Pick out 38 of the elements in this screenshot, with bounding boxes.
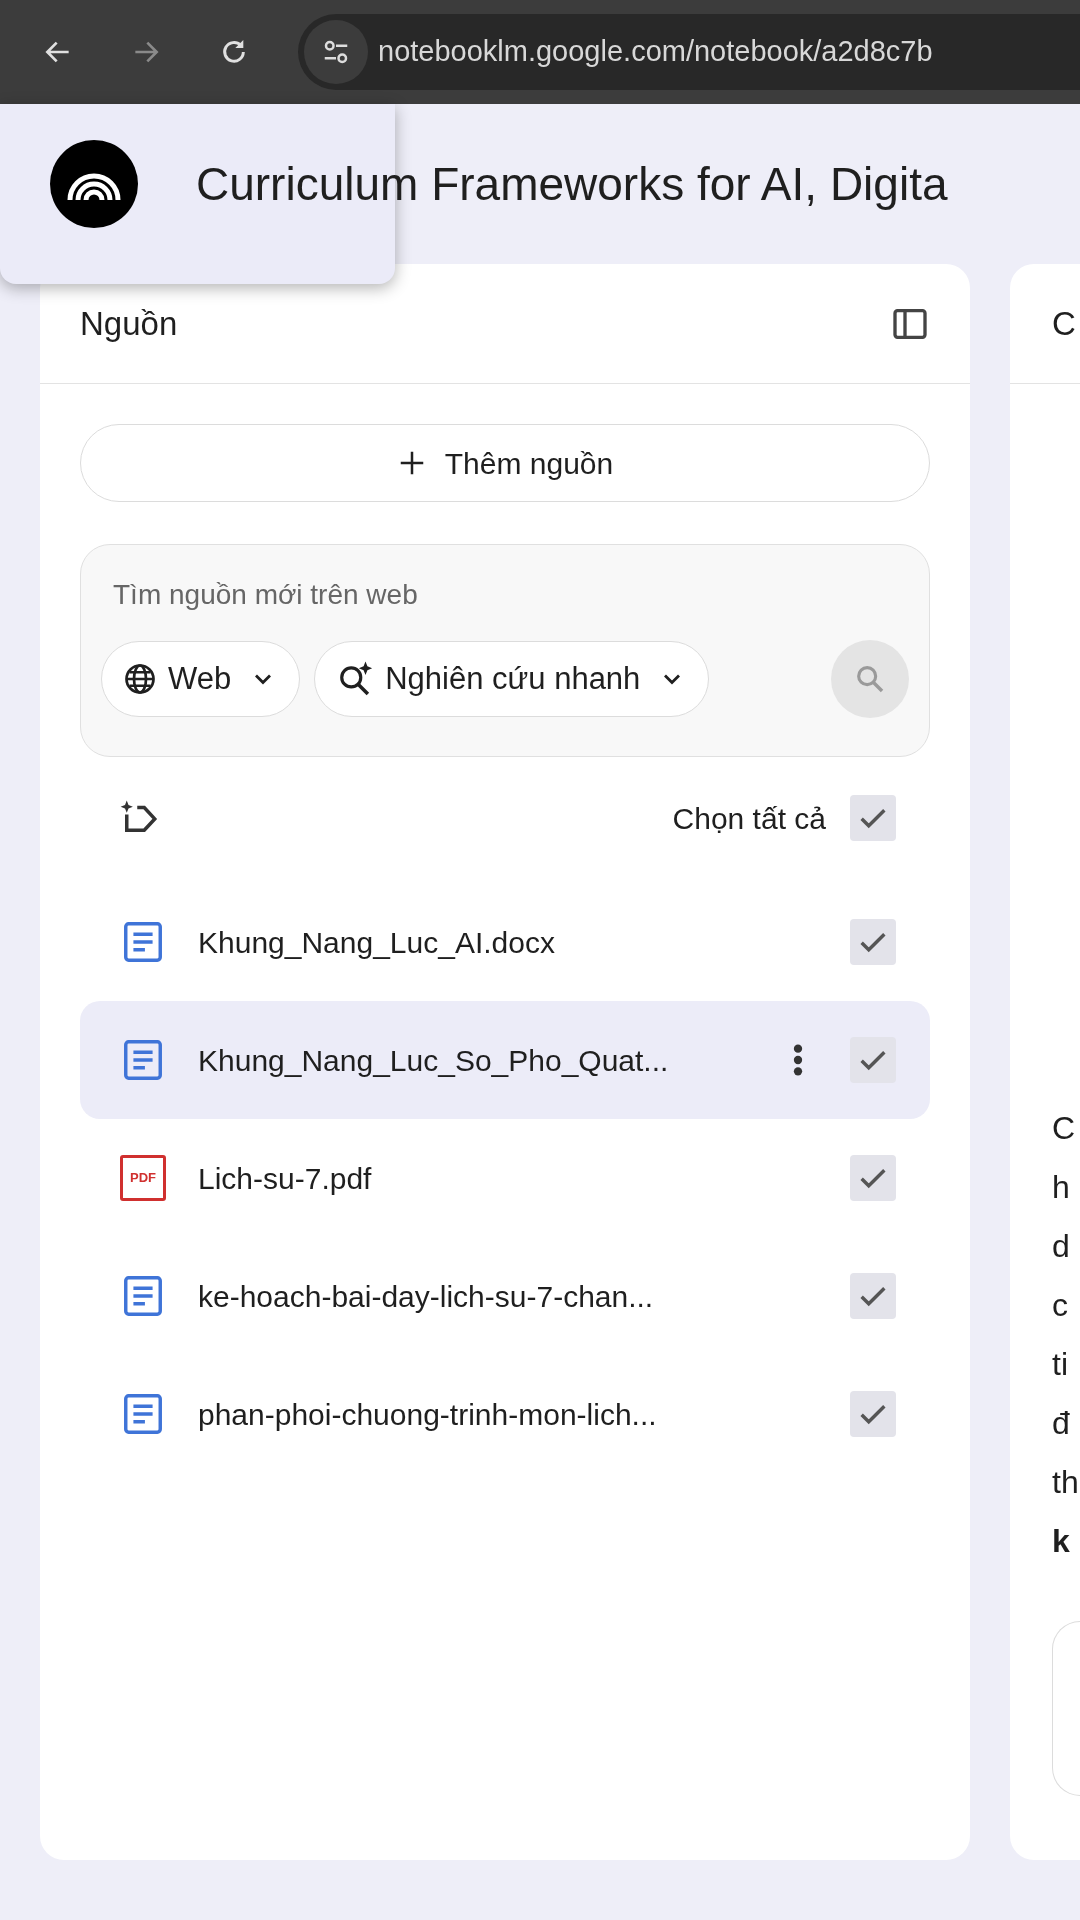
site-settings-button[interactable] [304,20,368,84]
url-text: notebooklm.google.com/notebook/a2d8c7b [378,34,933,70]
checkbox[interactable] [850,919,896,965]
chat-text: h [1052,1168,1071,1207]
source-item[interactable]: phan-phoi-chuong-trinh-mon-lich... [80,1355,930,1473]
chat-text: đ [1052,1404,1071,1443]
research-mode-dropdown[interactable]: Nghiên cứu nhanh [314,641,710,717]
panel-title: C [1052,303,1076,344]
panel-title: Nguồn [80,303,178,344]
checkbox[interactable] [850,1037,896,1083]
source-item[interactable]: PDF Lich-su-7.pdf [80,1119,930,1237]
source-name: phan-phoi-chuong-trinh-mon-lich... [198,1396,657,1433]
source-item[interactable]: Khung_Nang_Luc_So_Pho_Quat... [80,1001,930,1119]
checkbox[interactable] [850,1155,896,1201]
chat-text: k [1052,1522,1071,1561]
source-name: Lich-su-7.pdf [198,1160,372,1197]
address-bar[interactable]: notebooklm.google.com/notebook/a2d8c7b [298,14,1080,90]
notebook-title: Curriculum Frameworks for AI, Digita [196,156,948,212]
pdf-icon: PDF [120,1155,166,1201]
source-type-dropdown[interactable]: Web [101,641,301,717]
chat-text: d [1052,1227,1071,1266]
chat-text: c [1052,1286,1069,1325]
chat-text: th [1052,1463,1080,1502]
source-name: ke-hoach-bai-day-lich-su-7-chan... [198,1278,654,1315]
checkbox[interactable] [850,1273,896,1319]
source-item[interactable]: Khung_Nang_Luc_AI.docx [80,883,930,1001]
checkbox[interactable] [850,795,896,841]
checkbox[interactable] [850,1391,896,1437]
chat-text: C [1052,1109,1077,1148]
logo-icon[interactable] [50,140,138,228]
chat-text: ti [1052,1345,1069,1384]
globe-icon [122,661,158,697]
search-field[interactable]: Tìm nguồn mới trên web [113,575,909,615]
source-item[interactable]: ke-hoach-bai-day-lich-su-7-chan... [80,1237,930,1355]
source-name: Khung_Nang_Luc_So_Pho_Quat... [198,1042,669,1079]
source-name: Khung_Nang_Luc_AI.docx [198,924,555,961]
select-all-label: Chọn tất cả [672,800,826,837]
more-options-icon[interactable] [792,1043,804,1077]
